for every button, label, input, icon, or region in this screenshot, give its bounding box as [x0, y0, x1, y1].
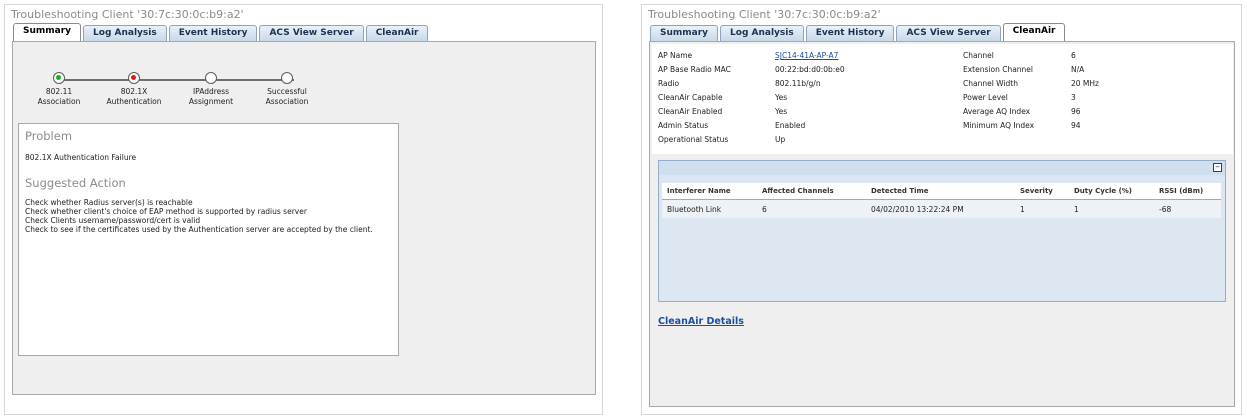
info-label: Minimum AQ Index — [963, 121, 1035, 130]
problem-text: 802.1X Authentication Failure — [25, 153, 137, 162]
step-label: 802.11 — [45, 87, 73, 96]
table-cell: -68 — [1159, 205, 1172, 214]
tab-bar: Summary Log Analysis Event History ACS V… — [13, 23, 430, 41]
info-value: N/A — [1071, 65, 1085, 74]
column-header: Interferer Name — [667, 187, 731, 195]
info-label: Channel — [963, 51, 994, 60]
problem-box: Problem 802.1X Authentication Failure Su… — [18, 123, 399, 356]
info-value: Yes — [775, 93, 788, 102]
column-header: Affected Channels — [762, 187, 834, 195]
column-header: Detected Time — [871, 187, 929, 195]
info-label: AP Base Radio MAC — [658, 65, 731, 74]
tab-acs-view-server[interactable]: ACS View Server — [896, 25, 1001, 41]
info-value: 20 MHz — [1071, 79, 1099, 88]
interferer-section: – Interferer Name Affected Channels Dete… — [658, 160, 1226, 302]
info-label: Extension Channel — [963, 65, 1033, 74]
info-value: Enabled — [775, 121, 806, 130]
action-item: Check whether Radius server(s) is reacha… — [25, 198, 193, 207]
step-label: Successful — [267, 87, 307, 96]
tab-summary[interactable]: Summary — [13, 23, 82, 41]
action-item: Check Clients username/password/cert is … — [25, 216, 201, 225]
step-label: 802.1X — [120, 87, 148, 96]
column-header: Duty Cycle (%) — [1074, 187, 1132, 195]
step-successful-association: Successful Association — [247, 72, 327, 107]
info-label: Channel Width — [963, 79, 1018, 88]
ap-info: AP Name SJC14-41A-AP-A7 AP Base Radio MA… — [652, 44, 1233, 154]
info-label: Operational Status — [658, 135, 729, 144]
table-row[interactable]: Bluetooth Link 6 04/02/2010 13:22:24 PM … — [662, 200, 1221, 218]
interferer-table: Interferer Name Affected Channels Detect… — [662, 183, 1221, 299]
cleanair-panel: Troubleshooting Client '30:7c:30:0c:b9:a… — [641, 4, 1242, 415]
info-label: Average AQ Index — [963, 107, 1031, 116]
cleanair-details-link[interactable]: CleanAir Details — [658, 316, 744, 327]
step-label: Assignment — [188, 97, 234, 106]
action-item: Check whether client's choice of EAP met… — [25, 207, 307, 216]
action-item: Check to see if the certificates used by… — [25, 225, 373, 234]
tab-summary[interactable]: Summary — [650, 25, 719, 41]
step-label: Association — [265, 97, 309, 106]
step-authentication: 802.1X Authentication — [94, 72, 174, 107]
tab-log-analysis[interactable]: Log Analysis — [720, 25, 804, 41]
summary-content: 802.11 Association 802.1X Authentication I… — [12, 41, 596, 395]
tab-acs-view-server[interactable]: ACS View Server — [259, 25, 364, 41]
table-cell: 1 — [1074, 205, 1079, 214]
status-empty-icon — [281, 72, 293, 84]
info-value: 94 — [1071, 121, 1081, 130]
info-value: 3 — [1071, 93, 1076, 102]
step-label: Authentication — [106, 97, 162, 106]
suggested-action-heading: Suggested Action — [25, 176, 126, 190]
step-label: IPAddress — [192, 87, 230, 96]
info-label: Power Level — [963, 93, 1008, 102]
step-ip-assignment: IPAddress Assignment — [171, 72, 251, 107]
step-label: Association — [37, 97, 81, 106]
collapse-icon[interactable]: – — [1213, 163, 1222, 172]
column-header: Severity — [1020, 187, 1053, 195]
step-association: 802.11 Association — [19, 72, 99, 107]
tab-bar: Summary Log Analysis Event History ACS V… — [650, 23, 1067, 41]
info-label: Admin Status — [658, 121, 709, 130]
table-cell: 1 — [1020, 205, 1025, 214]
table-cell: Bluetooth Link — [667, 205, 722, 214]
info-value: 802.11b/g/n — [775, 79, 821, 88]
status-empty-icon — [205, 72, 217, 84]
panel-title: Troubleshooting Client '30:7c:30:0c:b9:a… — [648, 8, 881, 21]
info-label: AP Name — [658, 51, 693, 60]
table-cell: 6 — [762, 205, 767, 214]
tab-cleanair[interactable]: CleanAir — [365, 25, 429, 41]
info-label: CleanAir Enabled — [658, 107, 723, 116]
tab-cleanair[interactable]: CleanAir — [1002, 23, 1066, 41]
tab-event-history[interactable]: Event History — [168, 25, 258, 41]
summary-panel: Troubleshooting Client '30:7c:30:0c:b9:a… — [4, 4, 603, 415]
info-value: 6 — [1071, 51, 1076, 60]
table-header: Interferer Name Affected Channels Detect… — [662, 183, 1221, 200]
info-value: Yes — [775, 107, 788, 116]
cleanair-content: AP Name SJC14-41A-AP-A7 AP Base Radio MA… — [649, 41, 1235, 407]
problem-heading: Problem — [25, 129, 73, 143]
panel-title: Troubleshooting Client '30:7c:30:0c:b9:a… — [11, 8, 244, 21]
tab-event-history[interactable]: Event History — [805, 25, 895, 41]
ap-name-link[interactable]: SJC14-41A-AP-A7 — [775, 51, 838, 60]
tab-log-analysis[interactable]: Log Analysis — [83, 25, 167, 41]
info-value: 96 — [1071, 107, 1081, 116]
info-value: Up — [775, 135, 786, 144]
info-label: CleanAir Capable — [658, 93, 723, 102]
info-value: 00:22:bd:d0:0b:e0 — [775, 65, 845, 74]
status-red-icon — [128, 72, 140, 84]
table-cell: 04/02/2010 13:22:24 PM — [871, 205, 964, 214]
info-label: Radio — [658, 79, 680, 88]
section-header: – — [659, 161, 1225, 175]
column-header: RSSI (dBm) — [1159, 187, 1204, 195]
status-green-icon — [53, 72, 65, 84]
